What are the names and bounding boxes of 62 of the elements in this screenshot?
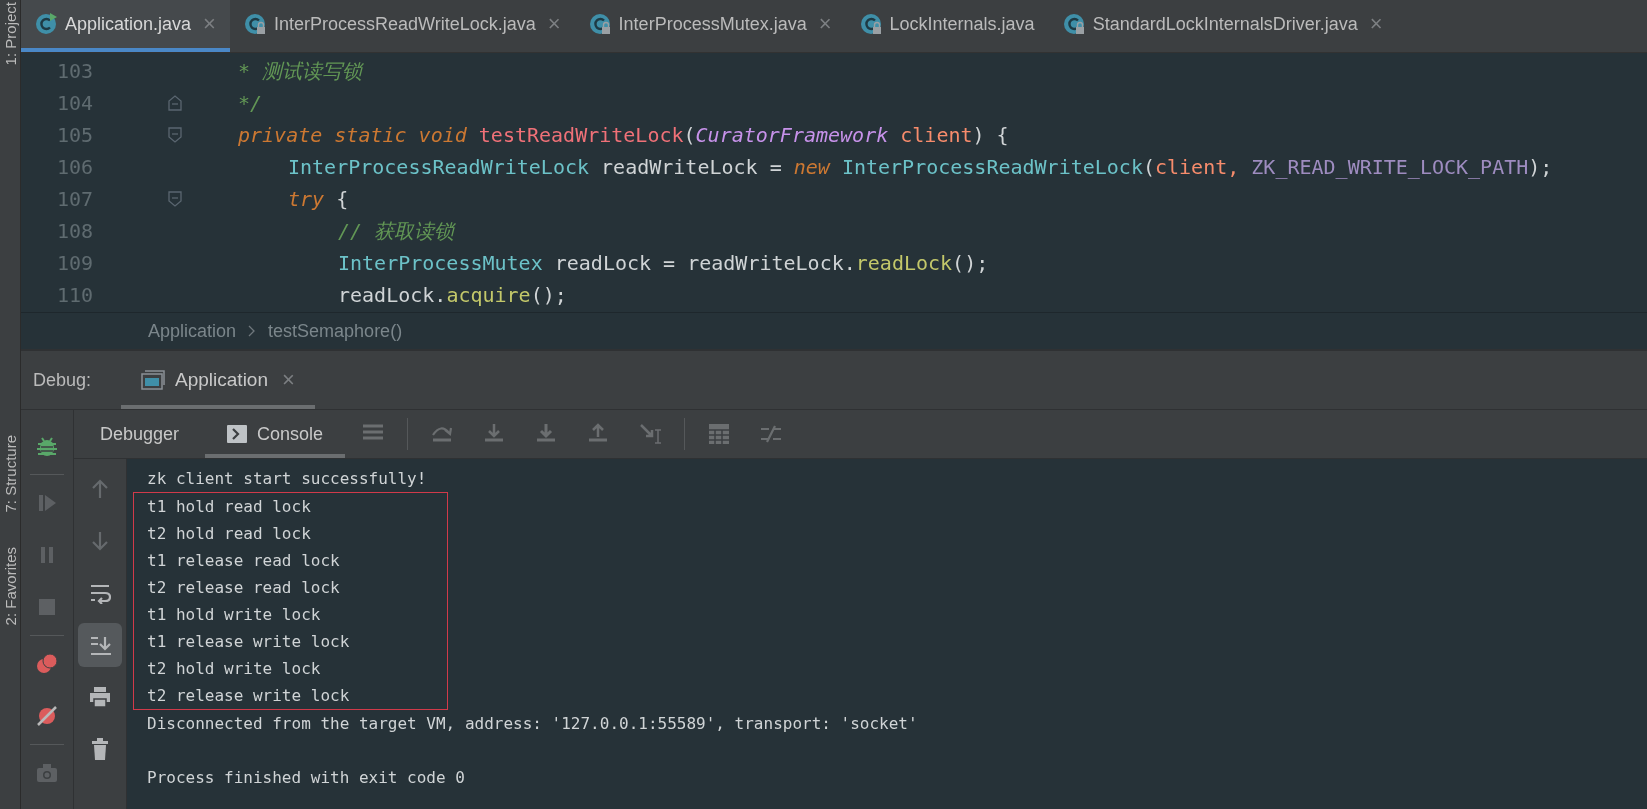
code-line: // 获取读锁: [337, 217, 455, 245]
bug-icon[interactable]: [36, 435, 58, 457]
tool-window-button[interactable]: 2: Favorites: [1, 546, 19, 626]
file-tab[interactable]: InterProcessMutex.java ×: [574, 0, 846, 52]
run-tab[interactable]: Application ×: [121, 351, 315, 409]
code-line: try {: [287, 187, 349, 211]
tool-window-button[interactable]: 7: Structure: [1, 435, 19, 513]
mute-breakpoints-icon[interactable]: [36, 705, 58, 727]
line-number: 105: [55, 123, 93, 147]
breakpoints-icon[interactable]: [36, 653, 58, 675]
line-number: 106: [55, 155, 93, 179]
console-line: zk client start successfully!: [147, 468, 427, 490]
code-line: * 测试读写锁: [237, 57, 363, 85]
tool-window-button[interactable]: 1: Project: [1, 2, 19, 66]
chevron-right-icon: [248, 325, 257, 337]
line-number: 104: [55, 91, 93, 115]
camera-icon[interactable]: [36, 762, 58, 784]
window-icon: [141, 370, 166, 390]
console-icon: [227, 425, 248, 443]
file-tab[interactable]: StandardLockInternalsDriver.java ×: [1048, 0, 1397, 52]
console-line: t1 hold write lock: [147, 604, 322, 626]
code-line: InterProcessReadWriteLock readWriteLock = new InterProcessReadWriteLock(client, ZK_READ_WRITE_LOCK_PATH);: [287, 155, 1553, 179]
scroll-to-end-icon: [89, 634, 111, 656]
resume-icon[interactable]: [36, 492, 58, 514]
line-number: 107: [55, 187, 93, 211]
soft-wrap-icon[interactable]: [89, 582, 111, 604]
java-class-icon: [243, 13, 266, 35]
java-class-icon: [35, 13, 57, 35]
down-arrow-icon[interactable]: [89, 530, 111, 552]
line-number: 108: [55, 219, 93, 243]
stop-icon[interactable]: [36, 596, 58, 618]
java-class-icon: [1062, 13, 1085, 35]
console-line: Disconnected from the target VM, address: '127.0.0.1:55589', transport: 'socket': [147, 713, 918, 735]
java-class-icon: [588, 13, 611, 35]
code-line: readLock.acquire();: [337, 283, 567, 307]
console-line: t1 release write lock: [147, 631, 351, 653]
line-number: 103: [55, 59, 93, 83]
breadcrumb-item[interactable]: testSemaphore(): [268, 320, 403, 342]
line-number: 110: [55, 283, 93, 307]
toggle-button[interactable]: [78, 623, 122, 667]
console-line: t1 hold read lock: [147, 496, 312, 518]
file-tab[interactable]: Application.java ×: [21, 0, 230, 52]
console-line: t2 release read lock: [147, 577, 341, 599]
debug-label: Debug:: [33, 369, 92, 391]
breadcrumb-item[interactable]: Application: [148, 320, 237, 342]
code-line: private static void testReadWriteLock(CuratorFramework client) {: [237, 123, 1009, 147]
console-line: t2 release write lock: [147, 685, 351, 707]
console-line: t2 hold read lock: [147, 523, 312, 545]
console-line: Process finished with exit code 0: [147, 767, 465, 789]
file-tab[interactable]: InterProcessReadWriteLock.java ×: [229, 0, 575, 52]
calculator-icon[interactable]: [707, 422, 732, 446]
java-class-icon: [859, 13, 882, 35]
printer-icon[interactable]: [89, 686, 111, 708]
code-line: InterProcessMutex readLock = readWriteLock.readLock();: [337, 251, 989, 275]
run-to-cursor-icon[interactable]: [638, 422, 663, 446]
console-line: t1 release read lock: [147, 550, 341, 572]
file-tab[interactable]: LockInternals.java: [845, 0, 1049, 52]
panel-tab[interactable]: Debugger: [78, 410, 202, 458]
line-number: 109: [55, 251, 93, 275]
console-line: t2 hold write lock: [147, 658, 322, 680]
trash-icon[interactable]: [89, 738, 111, 760]
code-line: */: [237, 91, 263, 115]
